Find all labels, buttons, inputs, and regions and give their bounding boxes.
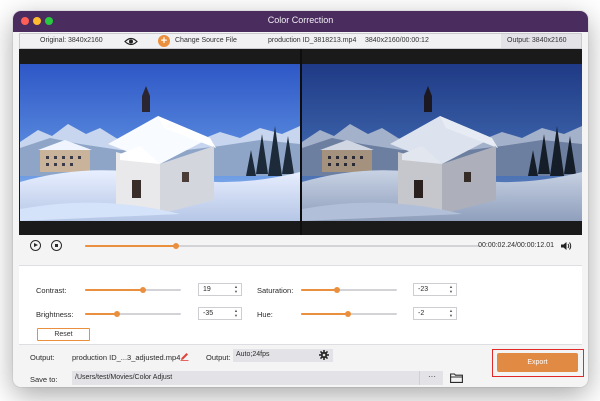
contrast-value-input[interactable]: 19 ▲ ▼ xyxy=(198,283,242,296)
saturation-value-input[interactable]: -23 ▲ ▼ xyxy=(413,283,457,296)
hue-slider[interactable] xyxy=(301,311,397,317)
preview-area xyxy=(19,49,582,235)
adjustment-panel: Contrast: 19 ▲ ▼ Saturation: -23 ▲ ▼ Brigh… xyxy=(19,265,582,345)
hue-value-input[interactable]: -2 ▲ ▼ xyxy=(413,307,457,320)
contrast-value: 19 xyxy=(203,286,211,293)
saturation-label: Saturation: xyxy=(257,286,294,295)
original-preview-image xyxy=(20,64,300,221)
hue-stepper-icon[interactable]: ▲ ▼ xyxy=(449,308,453,318)
original-preview xyxy=(20,64,300,221)
output-panel: Output: production ID_...3_adjusted.mp4 … xyxy=(19,345,584,387)
title-bar: Color Correction xyxy=(13,11,588,32)
browse-path-button[interactable]: ··· xyxy=(419,371,444,385)
volume-icon[interactable] xyxy=(560,241,572,251)
stop-icon[interactable] xyxy=(51,240,62,251)
folder-icon[interactable] xyxy=(450,373,463,383)
source-file-info: 3840x2160/00:00:12 xyxy=(365,37,429,44)
adjusted-preview xyxy=(302,64,582,221)
export-button[interactable]: Export xyxy=(497,353,578,372)
contrast-slider[interactable] xyxy=(85,287,181,293)
save-to-label: Save to: xyxy=(30,375,58,384)
save-path-value: /Users/test/Movies/Color Adjust xyxy=(75,374,173,381)
playback-time: 00:00:02.24/00:00:12.01 xyxy=(478,242,554,249)
eye-icon[interactable] xyxy=(124,36,138,47)
output-format-field[interactable]: Auto;24fps xyxy=(233,349,333,362)
timeline-track[interactable] xyxy=(85,243,480,249)
change-source-button[interactable]: Change Source File xyxy=(175,37,237,44)
output-label: Output: xyxy=(30,353,55,362)
save-path-field[interactable]: /Users/test/Movies/Color Adjust ··· xyxy=(72,371,443,385)
edit-icon[interactable] xyxy=(180,352,189,361)
hue-slider-fill xyxy=(301,313,349,315)
brightness-slider[interactable] xyxy=(85,311,181,317)
saturation-slider-fill xyxy=(301,289,338,291)
output-resolution: Output: 3840x2160 xyxy=(507,37,567,44)
source-info-bar: Original: 3840x2160 + Change Source File… xyxy=(19,33,582,49)
brightness-slider-handle[interactable] xyxy=(113,311,120,317)
gear-icon[interactable] xyxy=(319,350,329,360)
contrast-label: Contrast: xyxy=(36,286,67,295)
color-correction-window: Color Correction Original: 3840x2160 + C… xyxy=(13,11,588,387)
contrast-slider-fill xyxy=(85,289,143,291)
contrast-stepper-icon[interactable]: ▲ ▼ xyxy=(234,284,238,294)
brightness-value: -35 xyxy=(203,310,214,317)
format-label: Output: xyxy=(206,353,231,362)
window-title: Color Correction xyxy=(267,15,334,25)
hue-value: -2 xyxy=(418,310,425,317)
output-format-value: Auto;24fps xyxy=(236,351,270,358)
export-highlight: Export xyxy=(492,349,584,377)
brightness-label: Brightness: xyxy=(36,310,74,319)
playback-bar: 00:00:02.24/00:00:12.01 xyxy=(19,235,582,265)
timeline-handle[interactable] xyxy=(172,243,179,249)
plus-icon[interactable]: + xyxy=(158,35,170,47)
original-resolution: Original: 3840x2160 xyxy=(40,37,103,44)
saturation-stepper-icon[interactable]: ▲ ▼ xyxy=(449,284,453,294)
saturation-slider-handle[interactable] xyxy=(334,287,341,293)
hue-label: Hue: xyxy=(257,310,273,319)
brightness-stepper-icon[interactable]: ▲ ▼ xyxy=(234,308,238,318)
source-filename: production ID_3818213.mp4 xyxy=(268,37,357,44)
saturation-value: -23 xyxy=(418,286,429,293)
reset-button[interactable]: Reset xyxy=(37,328,90,341)
hue-slider-handle[interactable] xyxy=(345,311,352,317)
output-filename: production ID_...3_adjusted.mp4 xyxy=(72,353,181,362)
timeline-progress xyxy=(85,245,176,247)
brightness-value-input[interactable]: -35 ▲ ▼ xyxy=(198,307,242,320)
contrast-slider-handle[interactable] xyxy=(139,287,146,293)
brightness-slider-fill xyxy=(85,313,117,315)
adjusted-preview-image xyxy=(302,64,582,221)
saturation-slider[interactable] xyxy=(301,287,397,293)
play-icon[interactable] xyxy=(30,240,41,251)
output-resolution-box: Output: 3840x2160 xyxy=(501,34,581,48)
